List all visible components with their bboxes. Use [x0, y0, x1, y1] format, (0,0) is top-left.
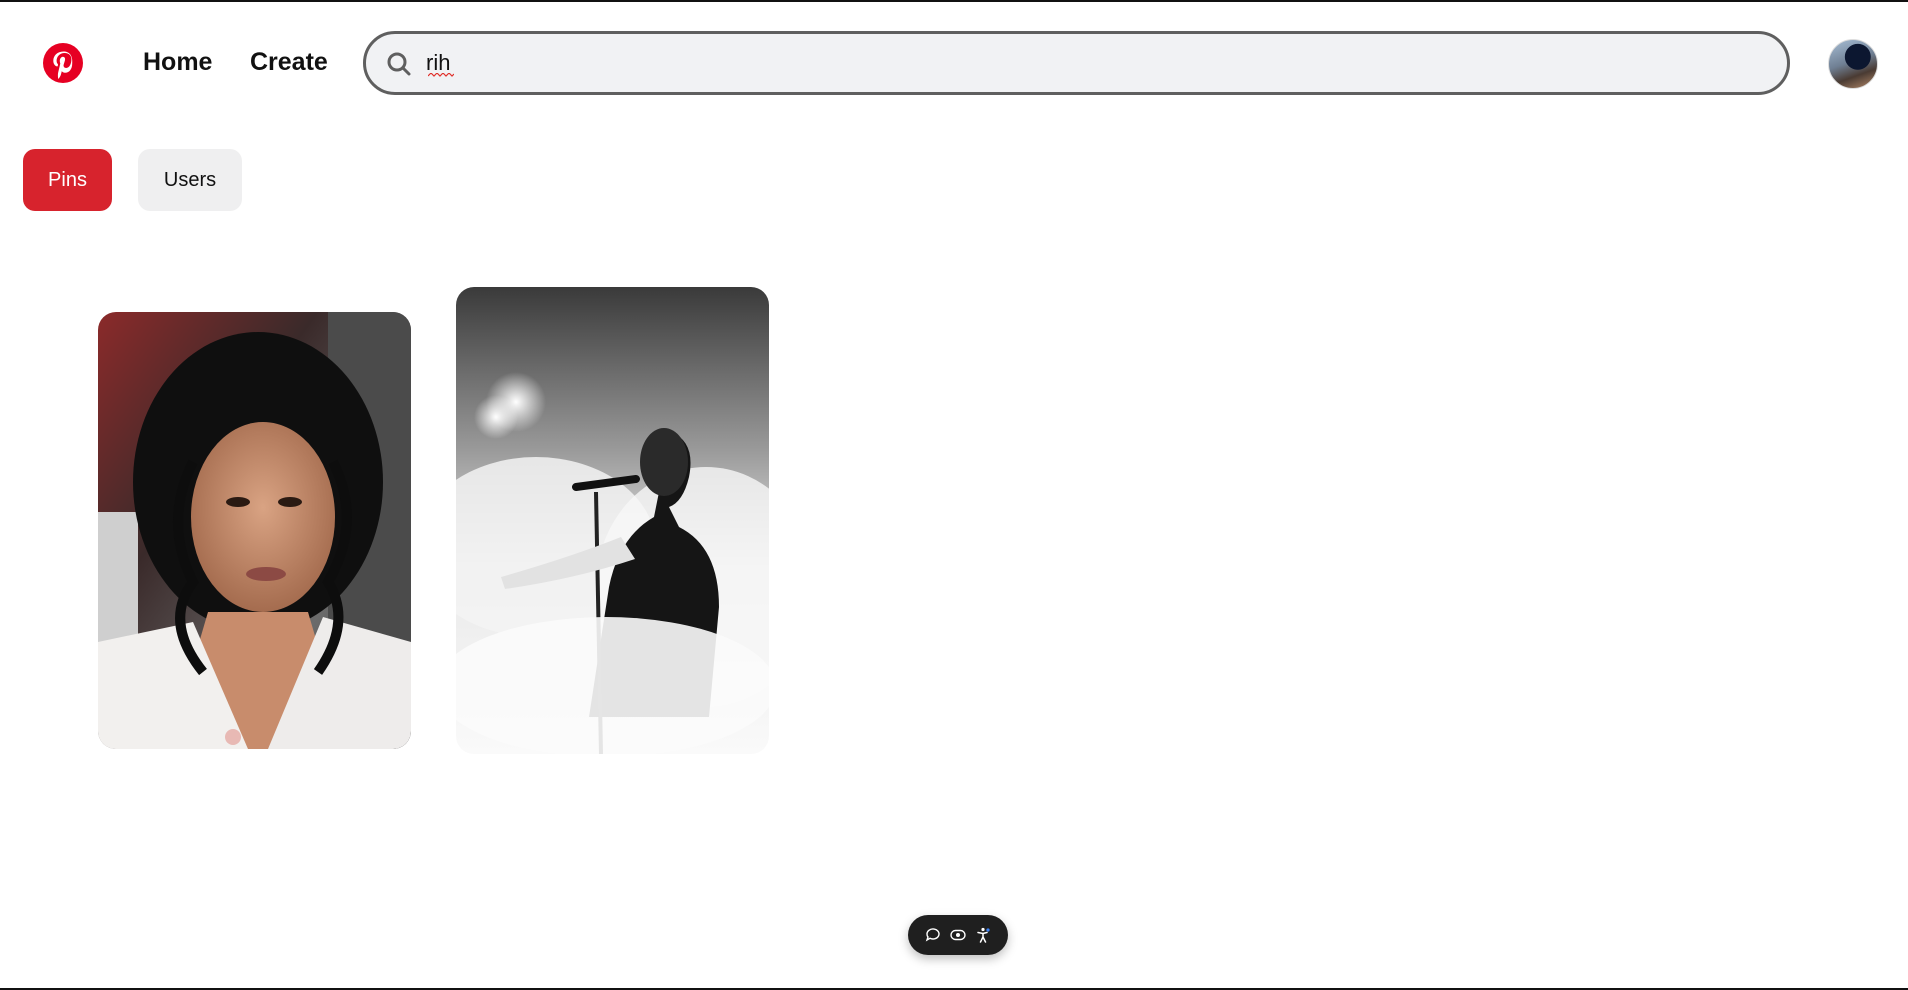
nav-create-link[interactable]: Create — [250, 48, 328, 77]
floating-toolbar — [908, 915, 1008, 955]
search-bar[interactable] — [363, 31, 1790, 95]
user-avatar[interactable] — [1828, 39, 1878, 89]
page: Home Create Pins Users — [0, 0, 1908, 990]
search-icon — [387, 52, 411, 76]
tab-pins[interactable]: Pins — [23, 149, 112, 211]
search-input[interactable] — [426, 42, 1766, 84]
pin-card[interactable] — [456, 287, 769, 754]
result-type-tabs: Pins Users — [23, 149, 242, 211]
comment-icon[interactable] — [922, 924, 944, 946]
nav-home-link[interactable]: Home — [143, 48, 212, 77]
tab-users[interactable]: Users — [138, 149, 242, 211]
portrait-photo — [98, 312, 411, 749]
spellcheck-underline — [428, 73, 454, 77]
top-header: Home Create — [0, 2, 1908, 122]
pin-card[interactable] — [98, 312, 411, 749]
eye-icon[interactable] — [947, 924, 969, 946]
pinterest-logo-icon[interactable] — [43, 43, 83, 83]
accessibility-icon[interactable] — [972, 924, 994, 946]
singer-photo — [456, 287, 769, 754]
